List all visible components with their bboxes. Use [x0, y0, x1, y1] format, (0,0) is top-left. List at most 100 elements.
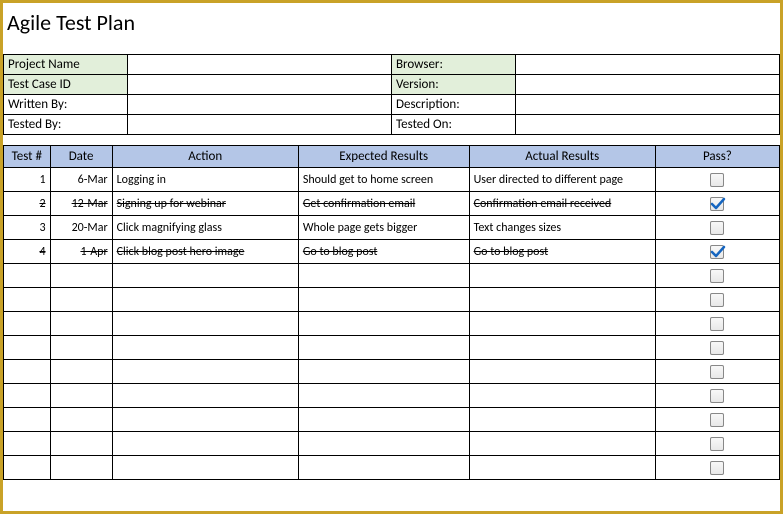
cell-action[interactable] [112, 336, 298, 360]
cell-date[interactable]: 6-Mar [50, 168, 112, 192]
cell-actual[interactable]: Go to blog post [469, 240, 655, 264]
cell-action[interactable] [112, 408, 298, 432]
cell-test[interactable] [4, 384, 51, 408]
pass-checkbox[interactable] [710, 221, 724, 235]
cell-test[interactable] [4, 456, 51, 480]
cell-expected[interactable] [298, 384, 469, 408]
cell-actual[interactable] [469, 408, 655, 432]
cell-action[interactable] [112, 312, 298, 336]
cell-expected[interactable]: Whole page gets bigger [298, 216, 469, 240]
pass-checkbox[interactable] [710, 413, 724, 427]
cell-expected[interactable] [298, 264, 469, 288]
cell-pass[interactable] [655, 312, 779, 336]
cell-date[interactable] [50, 336, 112, 360]
meta-label-right[interactable]: Description: [391, 95, 515, 115]
cell-pass[interactable] [655, 192, 779, 216]
cell-actual[interactable]: Text changes sizes [469, 216, 655, 240]
cell-actual[interactable] [469, 456, 655, 480]
cell-action[interactable] [112, 288, 298, 312]
meta-value-left[interactable] [128, 95, 392, 115]
cell-date[interactable] [50, 432, 112, 456]
cell-action[interactable] [112, 432, 298, 456]
pass-checkbox[interactable] [710, 245, 724, 259]
cell-actual[interactable] [469, 312, 655, 336]
meta-value-right[interactable] [516, 95, 780, 115]
cell-expected[interactable]: Get confirmation email [298, 192, 469, 216]
cell-action[interactable] [112, 264, 298, 288]
cell-test[interactable]: 4 [4, 240, 51, 264]
cell-date[interactable] [50, 456, 112, 480]
meta-label-right[interactable]: Tested On: [391, 115, 515, 135]
cell-actual[interactable] [469, 336, 655, 360]
cell-test[interactable] [4, 288, 51, 312]
cell-actual[interactable] [469, 432, 655, 456]
cell-pass[interactable] [655, 264, 779, 288]
cell-date[interactable] [50, 264, 112, 288]
cell-expected[interactable]: Go to blog post [298, 240, 469, 264]
cell-expected[interactable] [298, 456, 469, 480]
cell-pass[interactable] [655, 240, 779, 264]
pass-checkbox[interactable] [710, 293, 724, 307]
cell-pass[interactable] [655, 408, 779, 432]
cell-pass[interactable] [655, 432, 779, 456]
cell-date[interactable] [50, 288, 112, 312]
cell-action[interactable] [112, 456, 298, 480]
cell-actual[interactable] [469, 384, 655, 408]
meta-value-left[interactable] [128, 55, 392, 75]
cell-test[interactable]: 2 [4, 192, 51, 216]
cell-test[interactable] [4, 432, 51, 456]
pass-checkbox[interactable] [710, 269, 724, 283]
cell-date[interactable]: 20-Mar [50, 216, 112, 240]
cell-expected[interactable] [298, 360, 469, 384]
cell-pass[interactable] [655, 288, 779, 312]
cell-pass[interactable] [655, 168, 779, 192]
meta-label-left[interactable]: Written By: [4, 95, 128, 115]
cell-expected[interactable]: Should get to home screen [298, 168, 469, 192]
cell-actual[interactable] [469, 264, 655, 288]
pass-checkbox[interactable] [710, 365, 724, 379]
cell-actual[interactable]: Confirmation email received [469, 192, 655, 216]
cell-test[interactable] [4, 264, 51, 288]
cell-pass[interactable] [655, 456, 779, 480]
cell-actual[interactable] [469, 360, 655, 384]
cell-date[interactable]: 1-Apr [50, 240, 112, 264]
pass-checkbox[interactable] [710, 317, 724, 331]
cell-expected[interactable] [298, 432, 469, 456]
pass-checkbox[interactable] [710, 173, 724, 187]
cell-test[interactable] [4, 336, 51, 360]
cell-date[interactable] [50, 360, 112, 384]
pass-checkbox[interactable] [710, 437, 724, 451]
meta-value-left[interactable] [128, 115, 392, 135]
cell-test[interactable] [4, 408, 51, 432]
cell-action[interactable] [112, 360, 298, 384]
meta-value-right[interactable] [516, 115, 780, 135]
cell-test[interactable]: 1 [4, 168, 51, 192]
meta-label-left[interactable]: Test Case ID [4, 75, 128, 95]
meta-label-left[interactable]: Project Name [4, 55, 128, 75]
pass-checkbox[interactable] [710, 389, 724, 403]
cell-pass[interactable] [655, 360, 779, 384]
meta-value-left[interactable] [128, 75, 392, 95]
cell-action[interactable]: Click blog post hero image [112, 240, 298, 264]
pass-checkbox[interactable] [710, 197, 724, 211]
meta-label-right[interactable]: Version: [391, 75, 515, 95]
cell-pass[interactable] [655, 216, 779, 240]
cell-date[interactable]: 12-Mar [50, 192, 112, 216]
cell-action[interactable]: Logging in [112, 168, 298, 192]
cell-date[interactable] [50, 312, 112, 336]
pass-checkbox[interactable] [710, 341, 724, 355]
cell-pass[interactable] [655, 384, 779, 408]
meta-label-left[interactable]: Tested By: [4, 115, 128, 135]
cell-test[interactable] [4, 360, 51, 384]
cell-test[interactable] [4, 312, 51, 336]
cell-expected[interactable] [298, 408, 469, 432]
meta-value-right[interactable] [516, 55, 780, 75]
cell-test[interactable]: 3 [4, 216, 51, 240]
cell-action[interactable] [112, 384, 298, 408]
cell-expected[interactable] [298, 288, 469, 312]
cell-pass[interactable] [655, 336, 779, 360]
cell-expected[interactable] [298, 312, 469, 336]
cell-actual[interactable] [469, 288, 655, 312]
cell-expected[interactable] [298, 336, 469, 360]
cell-action[interactable]: Signing up for webinar [112, 192, 298, 216]
